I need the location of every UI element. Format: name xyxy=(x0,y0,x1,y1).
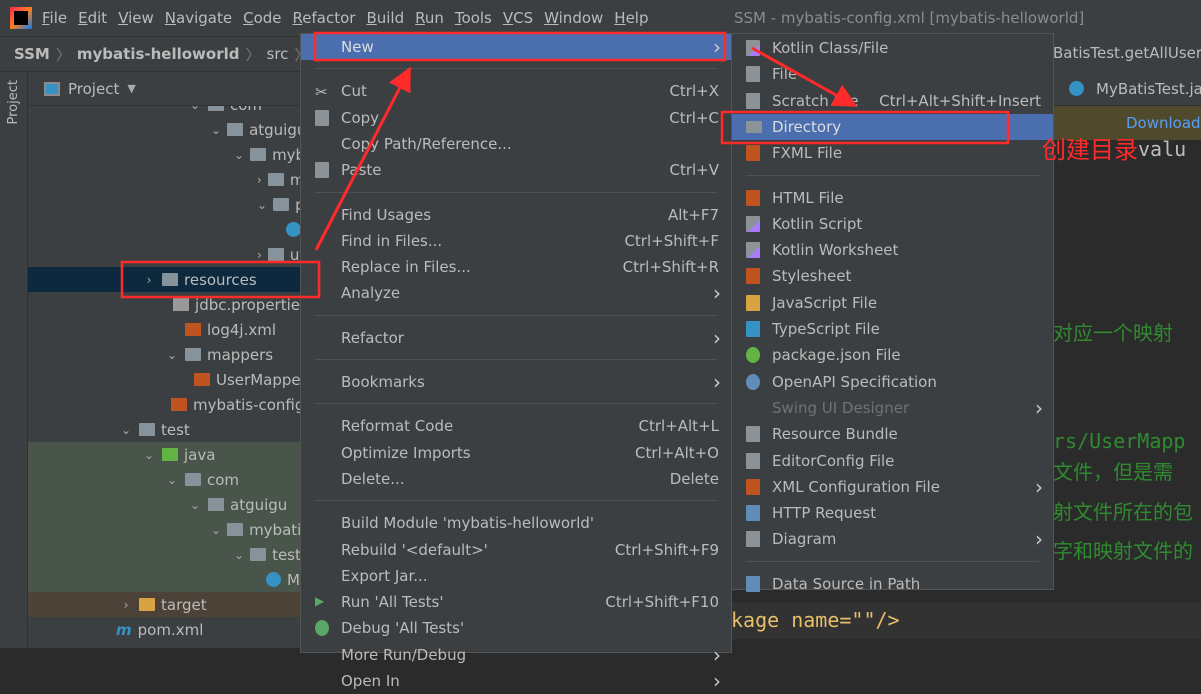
highlight-box-new xyxy=(313,31,727,62)
annotation-overlay xyxy=(120,31,1010,299)
chevron-right-icon: › xyxy=(713,669,721,693)
highlight-box-resources xyxy=(120,260,321,299)
menu-item-open-in[interactable]: Open In › xyxy=(301,668,731,694)
highlight-box-directory xyxy=(720,110,1010,145)
arrow-to-new xyxy=(314,66,411,251)
annotation-label: 创建目录 xyxy=(1042,136,1138,164)
menu-item-label: Open In xyxy=(341,672,400,690)
menu-item-label: More Run/Debug xyxy=(341,645,467,664)
arrow-to-directory xyxy=(751,46,858,107)
